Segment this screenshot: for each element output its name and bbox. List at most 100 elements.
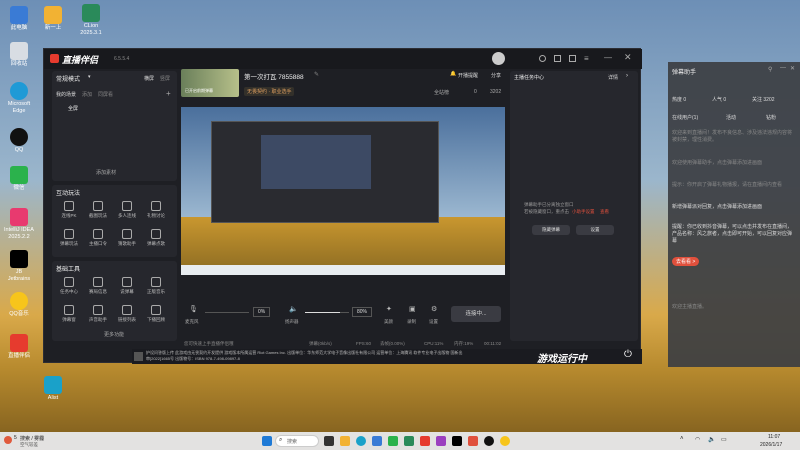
- task-view-icon[interactable]: [324, 436, 334, 446]
- mic-slider[interactable]: [205, 312, 249, 313]
- add-scene-icon[interactable]: +: [166, 89, 171, 98]
- help-hint[interactable]: 您可快速上手直播伴侣哦: [184, 341, 234, 347]
- start-menu-icon[interactable]: [262, 436, 272, 446]
- share-button[interactable]: 分享: [491, 72, 501, 79]
- go-look-button[interactable]: 去看看 >: [672, 257, 700, 266]
- desktop-icon-newfolder[interactable]: 新一上: [38, 6, 68, 32]
- browser-icon[interactable]: [356, 436, 366, 446]
- tool-song-guess[interactable]: 猜歌助手: [114, 229, 140, 247]
- mode-selector[interactable]: 常规模式: [56, 74, 80, 83]
- power-icon[interactable]: ⏻: [624, 349, 632, 360]
- volume-icon[interactable]: 🔈: [708, 436, 718, 446]
- tab-diamond-fans[interactable]: 钻粉: [766, 114, 776, 121]
- beauty-icon[interactable]: ✦: [386, 305, 392, 313]
- microphone-icon[interactable]: 🎙: [189, 305, 198, 313]
- desktop-icon-computer[interactable]: 此电脑: [4, 6, 34, 32]
- desktop-icon-intellij[interactable]: IntelliJ IDEA 2025.2.2: [4, 208, 34, 241]
- assistant-minimize-icon[interactable]: —: [780, 65, 786, 71]
- view-link[interactable]: 查看: [600, 209, 609, 215]
- record-icon[interactable]: ▣: [409, 305, 416, 313]
- game-task-icon[interactable]: [468, 436, 478, 446]
- tool-pk[interactable]: 连线PK: [56, 201, 82, 219]
- desktop-icon-wechat[interactable]: 微信: [4, 166, 34, 192]
- menu-icon[interactable]: ≡: [584, 54, 589, 63]
- tab-online-users[interactable]: 在线用户(1): [672, 114, 698, 121]
- assistant-close-icon[interactable]: ✕: [790, 65, 795, 72]
- more-features-link[interactable]: 更多功能: [104, 331, 124, 338]
- close-icon[interactable]: ✕: [624, 52, 632, 63]
- clion-task-icon[interactable]: [404, 436, 414, 446]
- weather-icon[interactable]: [4, 436, 12, 444]
- scene-item-fullscreen[interactable]: 全屏: [68, 105, 78, 112]
- music-task-icon[interactable]: [500, 436, 510, 446]
- scene-tab-mirror[interactable]: 同屏看: [98, 91, 113, 98]
- tool-song-request[interactable]: 弹幕点歌: [143, 229, 169, 247]
- desktop-icon-label: JB Jetbrains: [7, 269, 31, 282]
- user-avatar[interactable]: [492, 52, 505, 65]
- desktop-icon-qq[interactable]: QQ: [4, 128, 34, 154]
- jetbrains-task-icon[interactable]: [452, 436, 462, 446]
- desktop-icon-edge[interactable]: Microsoft Edge: [4, 82, 34, 115]
- tool-voice-assistant[interactable]: 声音助手: [85, 305, 111, 323]
- remind-button[interactable]: 开播提醒: [458, 72, 478, 79]
- app-task-icon[interactable]: [436, 436, 446, 446]
- clock-date[interactable]: 2026/1/17: [760, 442, 782, 448]
- wifi-icon[interactable]: ◠: [695, 436, 705, 446]
- battery-icon[interactable]: ▭: [721, 436, 731, 446]
- gift-icon[interactable]: [569, 55, 576, 62]
- tool-link-list[interactable]: 链接列表: [114, 305, 140, 323]
- desktop-icon-recycle-bin[interactable]: 回收站: [4, 42, 34, 68]
- clock-time[interactable]: 11:07: [768, 434, 780, 440]
- edit-title-icon[interactable]: ✎: [314, 71, 319, 78]
- desktop-icon-alist[interactable]: Alist: [38, 376, 68, 402]
- qq-task-icon[interactable]: [484, 436, 494, 446]
- settings-icon[interactable]: ⚙: [431, 305, 437, 313]
- chevron-up-icon[interactable]: ˄: [680, 436, 690, 446]
- scene-tab-add[interactable]: 添加: [82, 91, 92, 98]
- panel-settings-button[interactable]: 设置: [576, 225, 614, 235]
- hide-danmaku-button[interactable]: 隐藏弹幕: [532, 225, 570, 235]
- desktop-icon-qqmusic[interactable]: QQ音乐: [4, 292, 34, 318]
- speaker-icon[interactable]: 🔈: [289, 305, 298, 313]
- tool-stream-review[interactable]: 下播回顾: [143, 305, 169, 323]
- tab-portrait[interactable]: 竖屏: [160, 75, 170, 82]
- ticker-text: 护设问答版上传 此游戏由无畏契约开发提供 游戏版本所属运营 Riot Games…: [146, 350, 463, 361]
- tool-screenshot[interactable]: 截图玩法: [85, 201, 111, 219]
- chat-message: 欢迎使用弹幕助手，点击弹幕添加进画面: [672, 160, 763, 166]
- tool-match-info[interactable]: 赛局信息: [85, 277, 111, 295]
- tab-landscape[interactable]: 横屏: [144, 75, 154, 82]
- stream-preview[interactable]: [181, 107, 505, 275]
- file-explorer-icon[interactable]: [340, 436, 350, 446]
- headset-icon[interactable]: [539, 55, 546, 62]
- message-icon[interactable]: [554, 55, 561, 62]
- tool-say-danmaku[interactable]: 说弹幕: [114, 277, 140, 295]
- pin-icon[interactable]: ⚲: [768, 66, 772, 73]
- tab-activity[interactable]: 活动: [726, 114, 736, 121]
- rank-badge[interactable]: 全站榜: [434, 89, 449, 96]
- tool-gift-discussion[interactable]: 礼物讨论: [143, 201, 169, 219]
- tool-task-center[interactable]: 任务中心: [56, 277, 82, 295]
- tool-multi-connect[interactable]: 多人连线: [114, 201, 140, 219]
- minimize-icon[interactable]: —: [604, 53, 612, 62]
- store-icon[interactable]: [372, 436, 382, 446]
- livecompanion-task-icon[interactable]: [420, 436, 430, 446]
- desktop-icon-livecompanion[interactable]: 直播伴侣: [4, 334, 34, 360]
- wechat-task-icon[interactable]: [388, 436, 398, 446]
- game-thumbnail[interactable]: 已开启前期弹幕: [181, 69, 239, 97]
- tool-danmaku-play[interactable]: 弹幕玩法: [56, 229, 82, 247]
- tool-danmaku-window[interactable]: 弹幕窗: [56, 305, 82, 323]
- desktop-icon-jetbrains[interactable]: JB Jetbrains: [4, 250, 34, 283]
- assistant-settings-link[interactable]: 小助手设置: [572, 209, 595, 215]
- stream-title[interactable]: 第一次打瓦 7855888: [244, 71, 304, 81]
- game-tag[interactable]: 无畏契约 · 职业选手: [244, 87, 295, 96]
- add-material-button[interactable]: 添加素材: [96, 169, 116, 176]
- tool-music[interactable]: 正版音乐: [143, 277, 169, 295]
- connect-button[interactable]: 连接中...: [451, 306, 501, 322]
- taskbar-search-input[interactable]: ⌕ 搜索: [275, 435, 319, 447]
- task-detail-link[interactable]: 详情: [608, 74, 618, 81]
- title-bar: 直播伴侣 6.5.5.4 ≡ — ✕: [44, 49, 642, 69]
- desktop-icon-clion[interactable]: CLion 2025.3.1: [76, 4, 106, 37]
- speaker-slider-fill: [305, 312, 341, 313]
- chat-message: 提醒：你已收到抖音弹幕，可以点击并发布在直播间，产品名称：风之旅者，点击即可开始…: [672, 224, 793, 244]
- tool-host-command[interactable]: 主播口令: [85, 229, 111, 247]
